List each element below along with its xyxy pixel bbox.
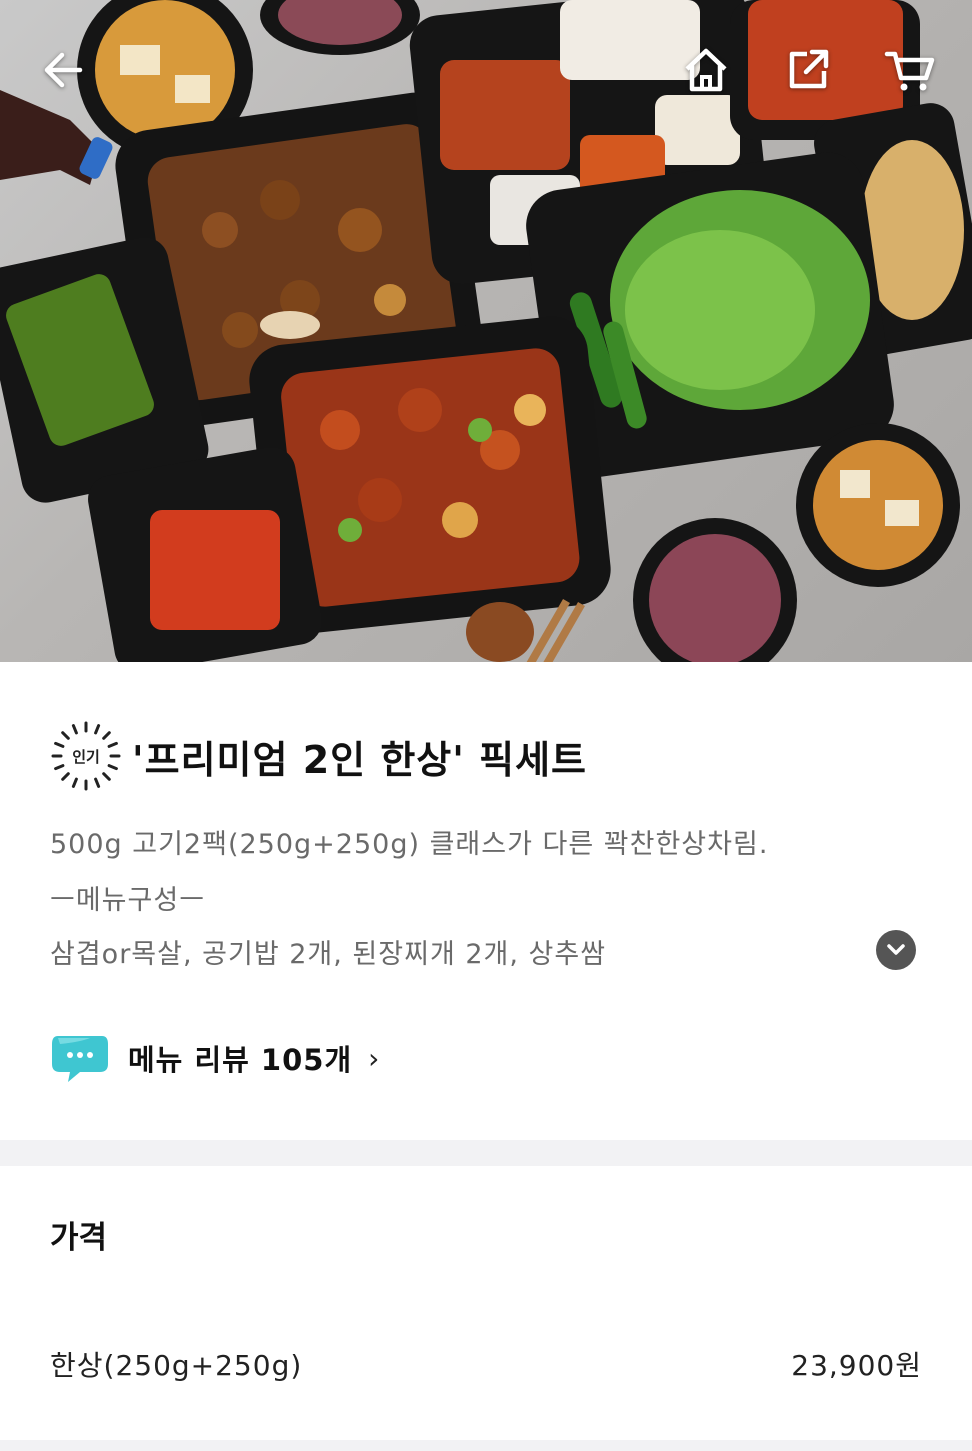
bottom-divider [0, 1440, 972, 1451]
product-hero-image [0, 0, 972, 662]
chevron-right-icon: › [368, 1041, 380, 1075]
price-option-name: 한상(250g+250g) [50, 1349, 303, 1382]
share-icon [789, 49, 829, 89]
section-divider [0, 1140, 972, 1166]
product-title: '프리미엄 2인 한상' 픽세트 [132, 737, 587, 782]
description-line-3: 삼겹or목살, 공기밥 2개, 된장찌개 2개, 상추쌈 [50, 939, 607, 970]
product-info: 인기 '프리미엄 2인 한상' 픽세트 500g 고기2팩(250g+250g)… [0, 662, 972, 1140]
home-icon [685, 48, 727, 92]
description-line-1: 500g 고기2팩(250g+250g) 클래스가 다른 꽉찬한상차림. [50, 829, 769, 860]
share-button[interactable] [778, 40, 838, 100]
menu-review-link[interactable]: 메뉴 리뷰 105개 › [50, 1032, 379, 1084]
price-heading: 가격 [50, 1220, 108, 1256]
price-section: 가격 한상(250g+250g) 23,900원 [0, 1166, 972, 1440]
popular-badge: 인기 [50, 720, 122, 792]
back-arrow-icon [44, 52, 83, 88]
title-row: 인기 '프리미엄 2인 한상' 픽세트 [50, 720, 587, 792]
cart-icon [884, 51, 935, 91]
price-option-amount: 23,900원 [791, 1349, 922, 1382]
chevron-down-icon [887, 944, 905, 955]
review-label: 메뉴 리뷰 105개 [128, 1043, 353, 1077]
home-button[interactable] [676, 40, 736, 100]
description-line-2: ㅡ메뉴구성ㅡ [50, 885, 206, 916]
badge-label: 인기 [72, 747, 100, 766]
back-button[interactable] [33, 40, 93, 100]
chat-bubble-icon [52, 1036, 108, 1082]
cart-button[interactable] [880, 40, 940, 100]
price-option-row[interactable]: 한상(250g+250g) 23,900원 [50, 1344, 922, 1384]
expand-description-button[interactable] [876, 930, 916, 970]
